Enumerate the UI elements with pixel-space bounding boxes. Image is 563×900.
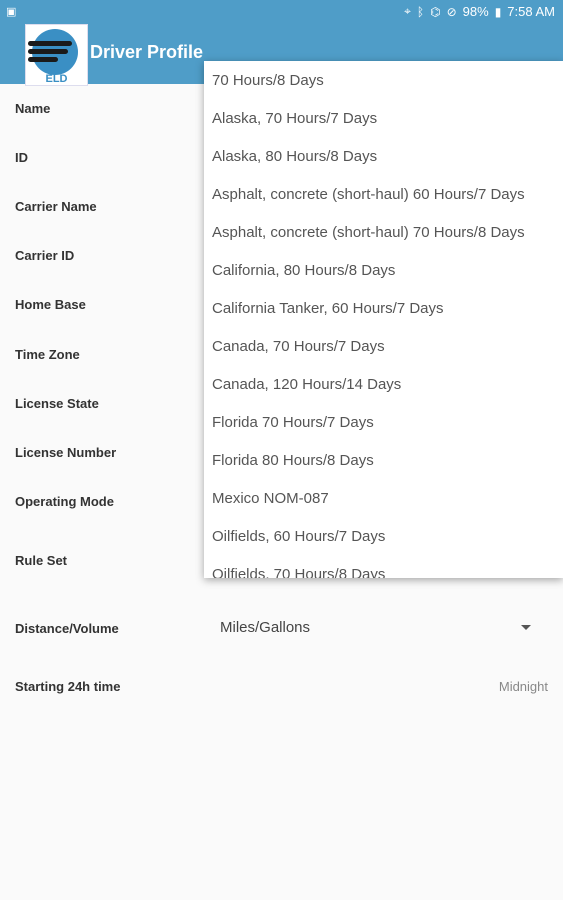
starting-time-value[interactable]: Midnight <box>499 679 548 694</box>
logo-stripe <box>28 49 68 54</box>
dnd-icon: ⊘ <box>446 4 457 19</box>
carrier-name-label: Carrier Name <box>15 199 97 214</box>
dropdown-option[interactable]: California Tanker, 60 Hours/7 Days <box>212 300 444 317</box>
id-label: ID <box>15 150 28 165</box>
dropdown-option[interactable]: Asphalt, concrete (short-haul) 60 Hours/… <box>212 186 525 203</box>
gallery-icon: ▣ <box>6 6 17 18</box>
battery-icon: ▮ <box>494 4 502 19</box>
dropdown-option[interactable]: Oilfields, 60 Hours/7 Days <box>212 528 385 545</box>
app-logo: ELD <box>25 24 88 86</box>
dropdown-option[interactable]: Alaska, 80 Hours/8 Days <box>212 148 377 165</box>
status-bar: ▣ ⌖ ᛒ ⌬ ⊘ 98% ▮ 7:58 AM <box>0 0 563 24</box>
location-icon: ⌖ <box>404 4 411 18</box>
logo-stripe <box>28 57 58 62</box>
chevron-down-icon[interactable] <box>521 625 531 630</box>
clock: 7:58 AM <box>507 4 555 19</box>
battery-percent: 98% <box>462 4 489 19</box>
dropdown-option[interactable]: Oilfields, 70 Hours/8 Days <box>212 566 385 578</box>
rule-set-label: Rule Set <box>15 553 68 568</box>
dropdown-option[interactable]: Asphalt, concrete (short-haul) 70 Hours/… <box>212 224 525 241</box>
distance-volume-label: Distance/Volume <box>15 621 119 636</box>
operating-mode-label: Operating Mode <box>15 494 114 509</box>
dropdown-option[interactable]: Canada, 70 Hours/7 Days <box>212 338 385 355</box>
logo-stripe <box>28 41 72 46</box>
name-label: Name <box>15 101 51 116</box>
status-icons: ⌖ ᛒ ⌬ ⊘ 98% ▮ 7:58 AM <box>404 4 555 19</box>
distance-volume-select[interactable]: Miles/Gallons <box>220 619 310 636</box>
carrier-id-label: Carrier ID <box>15 248 75 263</box>
logo-text: ELD <box>45 73 68 85</box>
dropdown-option[interactable]: Alaska, 70 Hours/7 Days <box>212 110 377 127</box>
dropdown-option[interactable]: California, 80 Hours/8 Days <box>212 262 395 279</box>
time-zone-label: Time Zone <box>15 347 80 362</box>
license-state-label: License State <box>15 396 99 411</box>
license-number-label: License Number <box>15 445 117 460</box>
dropdown-option[interactable]: Florida 70 Hours/7 Days <box>212 414 374 431</box>
dropdown-option[interactable]: Mexico NOM-087 <box>212 490 329 507</box>
home-base-label: Home Base <box>15 297 86 312</box>
rule-set-dropdown-list[interactable]: 70 Hours/8 Days Alaska, 70 Hours/7 Days … <box>204 61 563 578</box>
dropdown-option[interactable]: Florida 80 Hours/8 Days <box>212 452 374 469</box>
page-title: Driver Profile <box>90 42 204 62</box>
wifi-icon: ⌬ <box>430 4 441 19</box>
starting-time-label: Starting 24h time <box>15 679 121 694</box>
dropdown-option[interactable]: 70 Hours/8 Days <box>212 72 324 89</box>
bluetooth-icon: ᛒ <box>416 4 425 19</box>
dropdown-option[interactable]: Canada, 120 Hours/14 Days <box>212 376 401 393</box>
